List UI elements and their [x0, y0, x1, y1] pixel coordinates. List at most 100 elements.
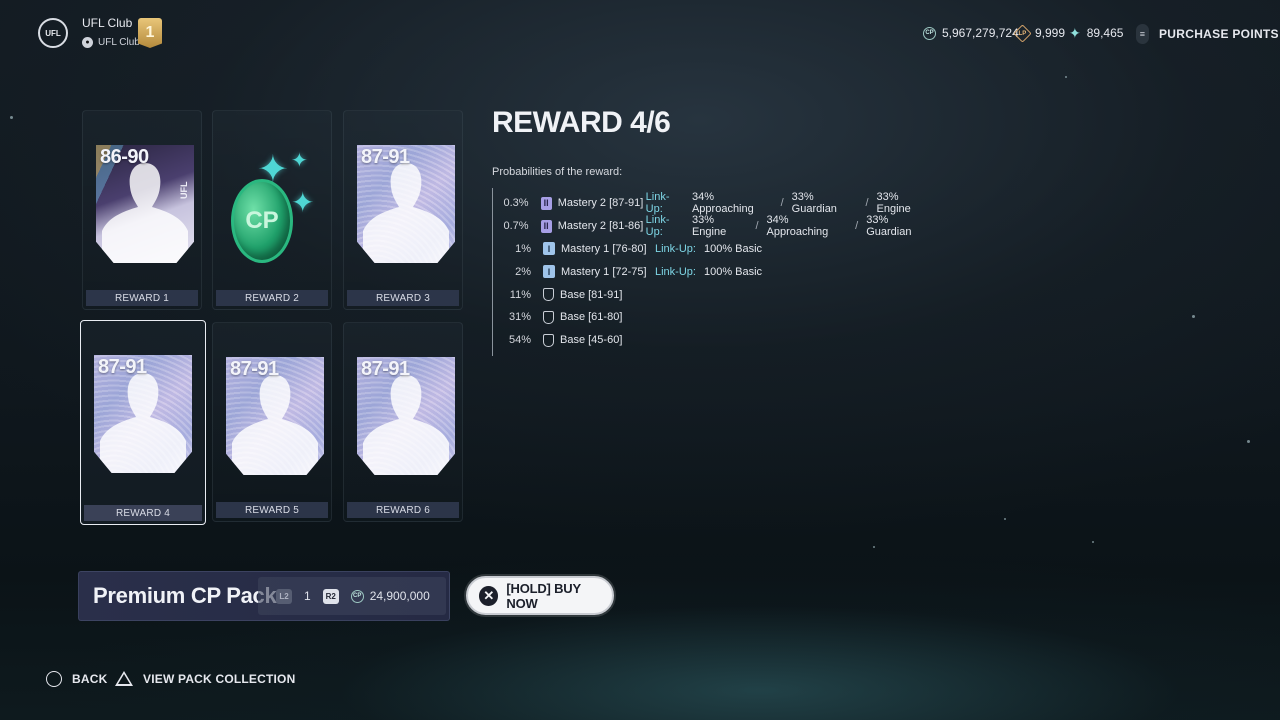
reward-card-6[interactable]: 87-91 REWARD 6 — [343, 322, 463, 522]
view-pack-collection-label: VIEW PACK COLLECTION — [143, 671, 296, 686]
probability-row: 54% Base [45-60] — [493, 329, 932, 352]
cp-coin-icon: CP — [923, 26, 936, 40]
view-pack-collection-button[interactable]: VIEW PACK COLLECTION — [115, 671, 295, 686]
probability-name: Mastery 2 [81-86] — [557, 220, 644, 233]
linkup-value: 100% Basic — [703, 242, 763, 255]
linkup-label: Link-Up: — [655, 265, 696, 278]
quantity-selector[interactable]: L2 1 R2 CP 24,900,000 — [258, 577, 446, 615]
pack-name: Premium CP Pack — [93, 583, 277, 608]
reward-title: REWARD 4/6 — [492, 106, 671, 139]
currency-lp-value: 9,999 — [1035, 26, 1066, 40]
reward-card-2[interactable]: ✦ ✦ ✦ CP REWARD 2 — [212, 110, 332, 310]
mastery-2-icon: II — [540, 219, 552, 233]
probability-percent: 54% — [508, 334, 531, 347]
probability-row: 0.3% II Mastery 2 [87-91] Link-Up: 34% A… — [493, 191, 932, 216]
probability-percent: 0.7% — [503, 220, 529, 233]
probability-row: 31% Base [61-80] — [493, 306, 932, 329]
probability-name: Base [61-80] — [560, 311, 623, 324]
mastery-1-icon: I — [543, 242, 555, 256]
separator: / — [865, 197, 869, 210]
currency-sparkle-value: 89,465 — [1086, 26, 1124, 40]
mastery-2-icon: II — [540, 196, 552, 210]
buy-now-button[interactable]: ✕ [HOLD] BUY NOW — [466, 576, 614, 615]
probability-row: 11% Base [81-91] — [493, 283, 932, 306]
currency-sparkle: ✦ 89,465 — [1069, 24, 1124, 41]
particle — [10, 116, 13, 119]
reward-card-3[interactable]: 87-91 REWARD 3 — [343, 110, 463, 310]
reward-label: REWARD 5 — [216, 502, 328, 518]
sparkle-icon: ✦ — [1069, 24, 1081, 41]
mastery-1-icon: I — [543, 265, 555, 279]
sparkle-icon: ✦ — [291, 187, 315, 218]
ufl-watermark: UFL — [179, 181, 189, 200]
reward-card-4[interactable]: 87-91 REWARD 4 — [80, 320, 206, 525]
reward-label: REWARD 3 — [347, 290, 459, 306]
probabilities-heading: Probabilities of the reward: — [492, 166, 623, 178]
purchase-points-button[interactable]: ≡ PURCHASE POINTS — [1136, 24, 1279, 44]
linkup-label: Link-Up: — [655, 242, 696, 255]
reward-card-1[interactable]: 86-90 UFL REWARD 1 — [82, 110, 202, 310]
triangle-button-icon — [115, 671, 133, 686]
probability-name: Base [81-91] — [560, 288, 623, 301]
reward-rating: 87-91 — [361, 358, 410, 380]
particle — [1004, 518, 1006, 520]
reward-rating: 87-91 — [98, 356, 147, 378]
back-label: BACK — [72, 672, 108, 686]
reward-rating: 87-91 — [230, 358, 279, 380]
currency-lp: LP 9,999 — [1013, 23, 1066, 43]
reward-label: REWARD 6 — [347, 502, 459, 518]
particle — [1192, 315, 1195, 318]
probability-name: Base [45-60] — [560, 334, 623, 347]
purchase-points-label: PURCHASE POINTS — [1159, 27, 1279, 41]
rank-badge: 1 — [138, 18, 162, 48]
probability-name: Mastery 1 [72-75] — [561, 265, 647, 278]
linkup-label: Link-Up: — [645, 214, 670, 239]
linkup-value: 33% Engine — [691, 214, 727, 239]
cross-button-icon: ✕ — [479, 585, 499, 606]
club-subtitle: ● UFL Club — [82, 37, 140, 48]
club-name: UFL Club — [82, 16, 133, 30]
separator: / — [780, 197, 784, 210]
particle — [873, 546, 875, 548]
currency-cp: CP 5,967,279,724 — [923, 26, 1019, 40]
back-button[interactable]: BACK — [46, 671, 107, 687]
reward-label: REWARD 4 — [84, 505, 202, 521]
reward-card-5[interactable]: 87-91 REWARD 5 — [212, 322, 332, 522]
separator: / — [755, 220, 759, 233]
probability-row: 2% I Mastery 1 [72-75] Link-Up: 100% Bas… — [493, 260, 932, 283]
probability-percent: 1% — [515, 242, 531, 255]
linkup-label: Link-Up: — [645, 191, 670, 216]
quantity-value: 1 — [304, 589, 311, 603]
r2-button-icon[interactable]: R2 — [322, 588, 339, 604]
menu-icon: ≡ — [1136, 24, 1149, 44]
club-logo: UFL — [38, 18, 68, 48]
club-small-icon: ● — [82, 37, 93, 48]
linkup-value: 33% Guardian — [866, 214, 912, 239]
circle-button-icon — [46, 671, 62, 687]
probability-row: 0.7% II Mastery 2 [81-86] Link-Up: 33% E… — [493, 214, 932, 239]
separator: / — [855, 220, 859, 233]
particle — [1065, 76, 1067, 78]
base-tier-icon — [543, 333, 554, 347]
sparkle-icon: ✦ — [291, 150, 308, 172]
cp-coin-icon: CP — [350, 589, 364, 603]
linkup-value: 34% Approaching — [691, 191, 754, 216]
linkup-value: 100% Basic — [703, 265, 763, 278]
cp-coin-icon: CP — [231, 179, 293, 263]
linkup-value: 34% Approaching — [766, 214, 829, 239]
reward-label: REWARD 2 — [216, 290, 328, 306]
probabilities-list: 0.3% II Mastery 2 [87-91] Link-Up: 34% A… — [492, 188, 932, 356]
base-tier-icon — [543, 310, 554, 324]
reward-label: REWARD 1 — [86, 290, 198, 306]
l2-button-icon[interactable]: L2 — [276, 588, 292, 604]
club-sub-label: UFL Club — [98, 37, 140, 48]
probability-percent: 2% — [515, 265, 531, 278]
particle — [1092, 541, 1094, 543]
linkup-value: 33% Engine — [876, 191, 911, 216]
probability-name: Mastery 2 [87-91] — [557, 197, 644, 210]
currency-cp-value: 5,967,279,724 — [942, 26, 1019, 40]
probability-percent: 0.3% — [503, 197, 529, 210]
reward-rating: 86-90 — [100, 146, 149, 168]
probability-percent: 31% — [508, 311, 531, 324]
pack-price: 24,900,000 — [369, 589, 430, 603]
